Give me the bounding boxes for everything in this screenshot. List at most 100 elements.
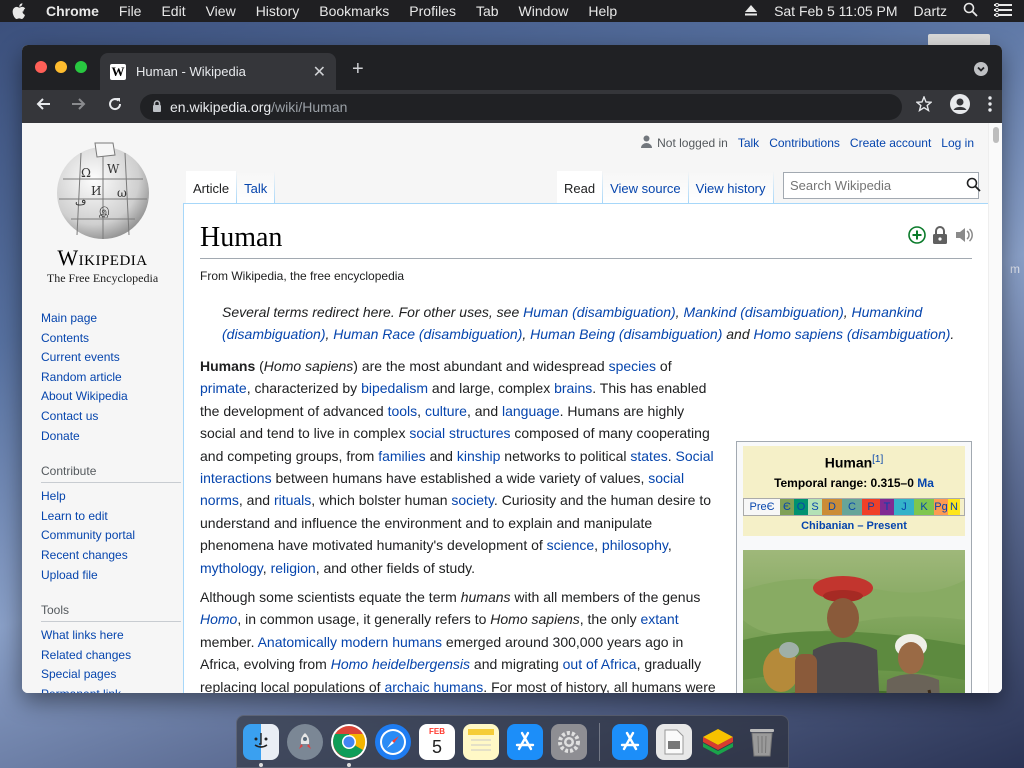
chibanian-present-link[interactable]: Chibanian – Present [801,520,907,532]
article-link[interactable]: kinship [457,448,501,464]
log-in-link[interactable]: Log in [941,136,974,150]
document-file-icon[interactable] [656,723,692,760]
timeline-period[interactable]: K [914,498,934,515]
article-link[interactable]: mythology [200,560,263,576]
search-box[interactable] [783,172,981,199]
article-link[interactable]: extant [640,611,678,627]
menu-window[interactable]: Window [519,3,569,19]
protection-lock-icon[interactable] [932,226,948,249]
article-link[interactable]: science [547,537,594,553]
close-window-button[interactable] [35,61,47,73]
menu-file[interactable]: File [119,3,142,19]
menu-clock[interactable]: Sat Feb 5 11:05 PM [774,3,897,19]
chrome-icon[interactable] [331,723,367,767]
infobox-photo[interactable] [743,549,965,693]
timeline-period[interactable]: Pg [934,498,948,515]
article-link[interactable]: out of Africa [563,656,637,672]
good-article-plus-icon[interactable] [908,226,926,249]
article-link[interactable]: society [451,492,494,508]
timeline-period[interactable]: C [842,498,862,515]
bluestacks-layers-icon[interactable] [700,724,736,760]
browser-tab-active[interactable]: W Human - Wikipedia ✕ [100,53,336,90]
menu-history[interactable]: History [256,3,300,19]
hatnote-link-mankind[interactable]: Mankind (disambiguation) [683,304,843,320]
launchpad-rocket-icon[interactable] [287,723,323,760]
article-link[interactable]: culture [425,403,467,419]
menu-view[interactable]: View [206,3,236,19]
spotlight-icon[interactable] [963,2,978,20]
sidebar-item-about-wikipedia[interactable]: About Wikipedia [41,387,181,407]
sidebar-item-related-changes[interactable]: Related changes [41,646,181,666]
scrollbar-thumb[interactable] [993,127,999,143]
control-center-icon[interactable] [994,2,1012,20]
address-bar[interactable]: en.wikipedia.org/wiki/Human [140,93,902,120]
article-link[interactable]: bipedalism [361,380,428,396]
timeline-period[interactable]: O [794,498,808,515]
tab-search-icon[interactable] [974,62,988,76]
minimize-window-button[interactable] [55,61,67,73]
sidebar-item-learn-to-edit[interactable]: Learn to edit [41,507,181,527]
article-link[interactable]: states [630,448,667,464]
page-scrollbar[interactable] [988,123,1002,693]
app-store-downloads-icon[interactable] [612,723,648,760]
timeline-period[interactable]: P [862,498,880,515]
menu-app-name[interactable]: Chrome [46,3,99,19]
wikipedia-logo[interactable]: Ω W И ω ڡ இ Wikipedia The Free Encyclope… [40,139,165,286]
article-link[interactable]: rituals [274,492,311,508]
notes-icon[interactable] [463,723,499,760]
sidebar-item-what-links-here[interactable]: What links here [41,626,181,646]
article-link[interactable]: Homo [200,611,237,627]
finder-icon[interactable] [243,723,279,767]
reload-icon[interactable] [104,96,126,117]
app-store-icon[interactable] [507,723,543,760]
hatnote-link-human-being[interactable]: Human Being (disambiguation) [530,326,722,342]
article-link[interactable]: religion [271,560,316,576]
contributions-link[interactable]: Contributions [769,136,840,150]
article-link[interactable]: primate [200,380,247,396]
profile-avatar-icon[interactable] [950,94,970,119]
sidebar-item-current-events[interactable]: Current events [41,348,181,368]
sidebar-item-help[interactable]: Help [41,487,181,507]
search-input[interactable] [790,178,966,193]
sidebar-item-upload-file[interactable]: Upload file [41,566,181,586]
apple-icon[interactable] [12,3,28,19]
hatnote-link-human-race[interactable]: Human Race (disambiguation) [333,326,522,342]
browser-menu-icon[interactable] [988,96,992,117]
safari-compass-icon[interactable] [375,723,411,760]
new-tab-icon[interactable]: + [352,58,364,81]
close-tab-icon[interactable]: ✕ [313,62,326,82]
timeline-period[interactable]: S [808,498,822,515]
sidebar-item-special-pages[interactable]: Special pages [41,665,181,685]
timeline-period[interactable]: D [822,498,842,515]
sidebar-item-random-article[interactable]: Random article [41,368,181,388]
article-link[interactable]: archaic humans [384,679,483,693]
article-link[interactable]: Homo heidelbergensis [331,656,470,672]
sidebar-item-contact-us[interactable]: Contact us [41,407,181,427]
tab-view-history[interactable]: View history [688,171,773,203]
sidebar-item-recent-changes[interactable]: Recent changes [41,546,181,566]
article-link[interactable]: philosophy [602,537,668,553]
hatnote-link-human-disambiguation[interactable]: Human (disambiguation) [523,304,676,320]
menu-profiles[interactable]: Profiles [409,3,456,19]
article-link[interactable]: language [502,403,560,419]
menu-user[interactable]: Dartz [914,3,947,19]
timeline-period[interactable]: Є [780,498,794,515]
sidebar-item-community-portal[interactable]: Community portal [41,526,181,546]
search-icon[interactable] [966,177,981,195]
calendar-icon[interactable]: FEB 5 [419,723,455,760]
timeline-period[interactable]: T [880,498,894,515]
zoom-window-button[interactable] [75,61,87,73]
menu-edit[interactable]: Edit [161,3,185,19]
sidebar-item-contents[interactable]: Contents [41,329,181,349]
system-preferences-gear-icon[interactable] [551,723,587,760]
lock-icon[interactable] [152,99,162,115]
user-talk-link[interactable]: Talk [738,136,759,150]
temporal-range-unit-link[interactable]: Ma [917,476,934,490]
back-arrow-icon[interactable] [32,96,54,117]
menu-bookmarks[interactable]: Bookmarks [319,3,389,19]
menu-tab[interactable]: Tab [476,3,499,19]
article-link[interactable]: families [378,448,425,464]
article-link[interactable]: social structures [409,425,510,441]
eject-icon[interactable] [744,3,758,19]
trash-icon[interactable] [744,724,780,760]
